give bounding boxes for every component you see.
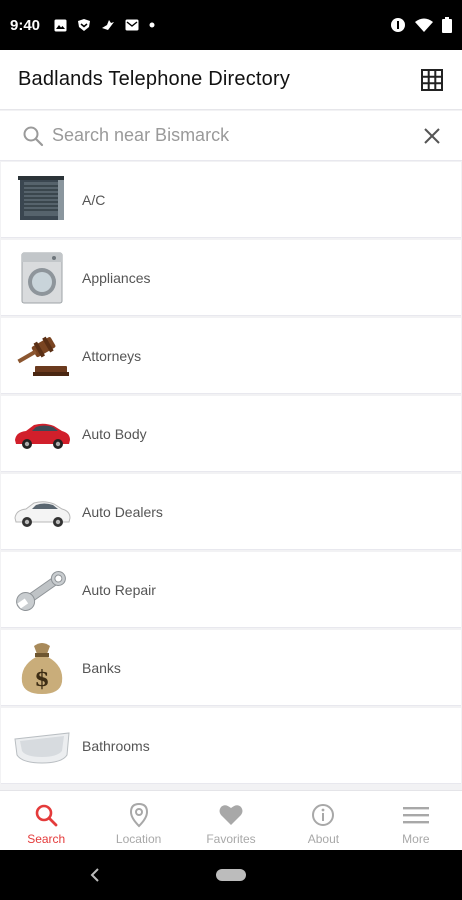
sync-icon (391, 18, 405, 32)
svg-text:$: $ (34, 666, 49, 692)
ac-unit-icon (11, 169, 73, 231)
category-list: A/C Appliances Attorneys Auto Body Auto … (0, 162, 462, 790)
search-bar (0, 111, 462, 161)
category-label: Banks (82, 659, 121, 676)
info-icon (310, 802, 336, 828)
close-icon (424, 127, 440, 144)
system-navigation-bar (0, 850, 462, 900)
nav-label: Location (115, 831, 162, 846)
category-label: A/C (82, 191, 106, 208)
battery-icon (442, 17, 452, 33)
category-label: Auto Dealers (82, 503, 163, 520)
bird-icon (102, 20, 115, 30)
money-bag-icon: $ (11, 637, 73, 699)
clear-search-button[interactable] (420, 124, 444, 148)
category-item-auto-body[interactable]: Auto Body (1, 396, 461, 472)
category-item-ac[interactable]: A/C (1, 162, 461, 238)
bottom-navigation: Search Location Favorites About More (0, 790, 462, 850)
category-item-appliances[interactable]: Appliances (1, 240, 461, 316)
washing-machine-icon (11, 247, 73, 309)
nav-location[interactable]: Location (92, 791, 184, 850)
category-label: Bathrooms (82, 737, 150, 754)
mail-icon (125, 19, 139, 31)
nav-label: Favorites (206, 831, 256, 846)
status-time: 9:40 (10, 16, 41, 34)
bathtub-icon (11, 715, 73, 777)
wifi-icon (415, 18, 433, 32)
gavel-icon (11, 325, 73, 387)
category-label: Attorneys (82, 347, 142, 364)
status-bar: 9:40 (0, 0, 462, 50)
app-bar: Badlands Telephone Directory (0, 50, 462, 110)
search-input[interactable] (52, 125, 420, 146)
heart-icon (218, 802, 244, 828)
status-notification-icons (54, 18, 155, 32)
category-item-banks[interactable]: $ Banks (1, 630, 461, 706)
status-system-icons (390, 17, 452, 33)
dot-icon (149, 22, 155, 28)
menu-icon (402, 802, 429, 828)
shield-icon (78, 19, 91, 31)
category-item-bathrooms[interactable]: Bathrooms (1, 708, 461, 784)
category-label: Appliances (82, 269, 151, 286)
back-icon[interactable] (86, 865, 106, 885)
grid-icon (421, 68, 443, 91)
search-icon (23, 126, 44, 146)
wrench-icon (11, 559, 73, 621)
category-item-auto-repair[interactable]: Auto Repair (1, 552, 461, 628)
white-car-icon (11, 481, 73, 543)
grid-view-button[interactable] (420, 68, 444, 92)
nav-more[interactable]: More (370, 791, 462, 850)
home-button[interactable] (216, 869, 246, 881)
nav-label: About (307, 831, 340, 846)
category-item-attorneys[interactable]: Attorneys (1, 318, 461, 394)
nav-search[interactable]: Search (0, 791, 92, 850)
nav-about[interactable]: About (277, 791, 369, 850)
location-pin-icon (126, 802, 152, 828)
page-title: Badlands Telephone Directory (18, 68, 291, 90)
red-car-icon (11, 403, 73, 465)
category-label: Auto Repair (82, 581, 156, 598)
nav-favorites[interactable]: Favorites (185, 791, 277, 850)
search-icon (33, 802, 59, 828)
image-icon (54, 19, 67, 31)
category-label: Auto Body (82, 425, 147, 442)
category-item-auto-dealers[interactable]: Auto Dealers (1, 474, 461, 550)
nav-label: Search (27, 831, 66, 846)
nav-label: More (402, 831, 430, 846)
